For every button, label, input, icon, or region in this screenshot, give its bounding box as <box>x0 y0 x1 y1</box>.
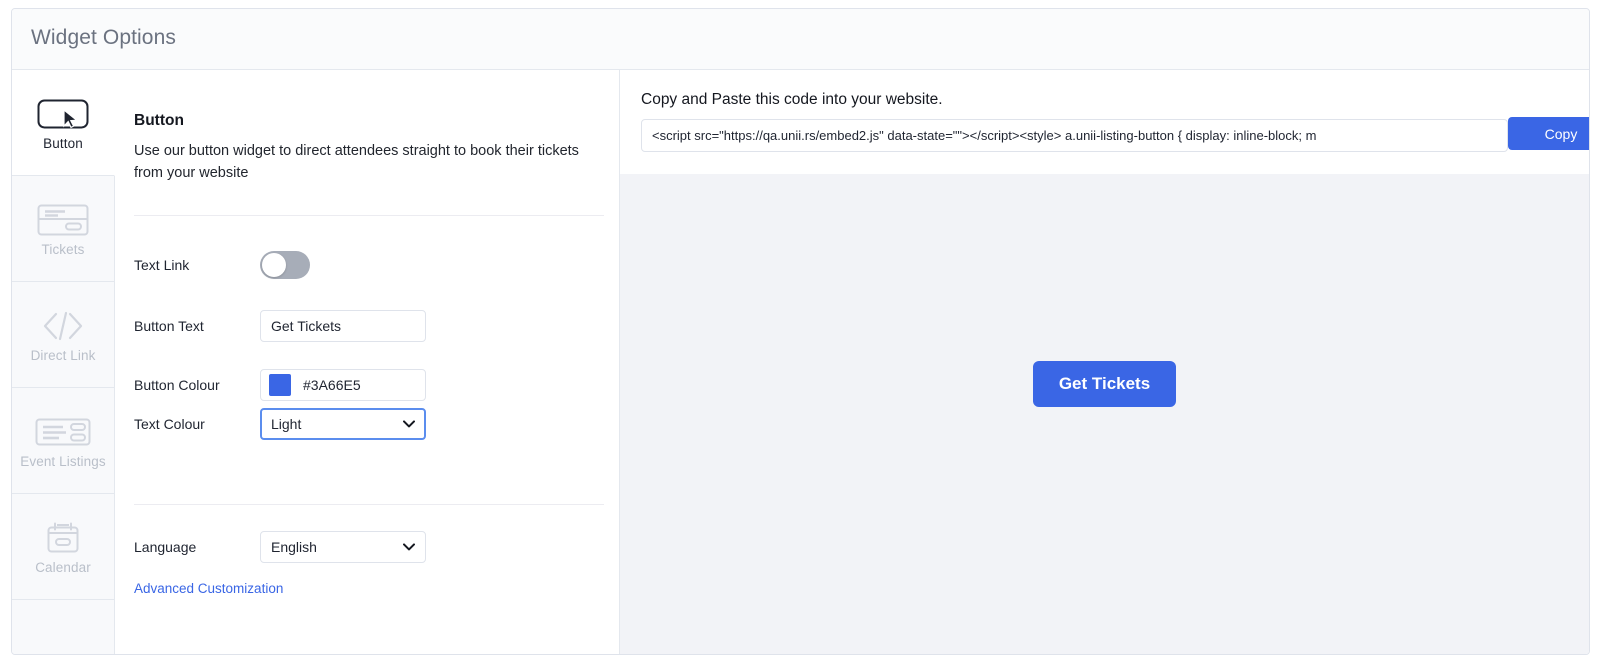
sidebar-item-tickets[interactable]: Tickets <box>12 176 114 282</box>
field-text-colour: Text Colour Light <box>134 408 604 440</box>
field-label-text-colour: Text Colour <box>134 416 260 432</box>
settings-section-description: Use our button widget to direct attendee… <box>134 140 586 184</box>
field-button-text: Button Text Get Tickets <box>134 310 604 342</box>
field-button-colour: Button Colour #3A66E5 <box>134 369 604 401</box>
button-colour-input[interactable]: #3A66E5 <box>260 369 426 401</box>
toggle-knob <box>262 253 286 277</box>
settings-divider-bottom <box>134 504 604 505</box>
field-text-link: Text Link <box>134 251 604 279</box>
sidebar-item-calendar[interactable]: Calendar <box>12 494 114 600</box>
sidebar-item-button[interactable]: Button <box>12 70 115 176</box>
copy-button[interactable]: Copy <box>1508 117 1590 150</box>
text-link-toggle[interactable] <box>260 251 310 279</box>
text-colour-select[interactable]: Light <box>260 408 426 440</box>
field-label-text-link: Text Link <box>134 257 260 273</box>
sidebar-item-direct-link[interactable]: Direct Link <box>12 282 114 388</box>
calendar-icon <box>43 518 83 558</box>
chevron-down-icon <box>403 420 415 428</box>
button-colour-value: #3A66E5 <box>303 377 361 393</box>
language-select[interactable]: English <box>260 531 426 563</box>
embed-code-input[interactable]: <script src="https://qa.unii.rs/embed2.j… <box>641 119 1508 152</box>
code-brackets-icon <box>40 306 86 346</box>
window-titlebar: Widget Options <box>12 9 1589 70</box>
widget-preview-stage: Get Tickets <box>620 174 1589 654</box>
code-heading: Copy and Paste this code into your websi… <box>641 91 943 109</box>
settings-section-title: Button <box>134 112 184 130</box>
button-text-input[interactable]: Get Tickets <box>260 310 426 342</box>
preview-get-tickets-button[interactable]: Get Tickets <box>1033 361 1176 407</box>
colour-swatch[interactable] <box>269 374 291 396</box>
sidebar-item-event-listings[interactable]: Event Listings <box>12 388 114 494</box>
text-colour-value: Light <box>271 416 301 432</box>
field-label-button-colour: Button Colour <box>134 377 260 393</box>
page-title: Widget Options <box>31 26 176 50</box>
preview-panel: Copy and Paste this code into your websi… <box>620 70 1589 654</box>
field-language: Language English <box>134 531 604 563</box>
chevron-down-icon <box>403 543 415 551</box>
settings-divider-top <box>134 215 604 216</box>
field-label-language: Language <box>134 539 260 555</box>
window-body: Button Tickets <box>12 70 1589 654</box>
ticket-card-icon <box>37 200 89 240</box>
code-row: <script src="https://qa.unii.rs/embed2.j… <box>641 119 1508 152</box>
settings-panel: Button Use our button widget to direct a… <box>115 70 620 654</box>
sidebar-item-label: Tickets <box>42 242 85 257</box>
sidebar-item-label: Event Listings <box>20 454 105 469</box>
button-cursor-icon <box>37 94 89 134</box>
language-value: English <box>271 539 317 555</box>
listing-rows-icon <box>35 412 91 452</box>
field-label-button-text: Button Text <box>134 318 260 334</box>
sidebar-item-label: Calendar <box>35 560 91 575</box>
sidebar-item-label: Button <box>43 136 83 151</box>
widget-type-sidebar: Button Tickets <box>12 70 115 654</box>
widget-options-window: Widget Options Button <box>11 8 1590 655</box>
sidebar-item-label: Direct Link <box>31 348 96 363</box>
sidebar-item-empty <box>12 600 114 655</box>
advanced-customization-link[interactable]: Advanced Customization <box>134 581 283 596</box>
